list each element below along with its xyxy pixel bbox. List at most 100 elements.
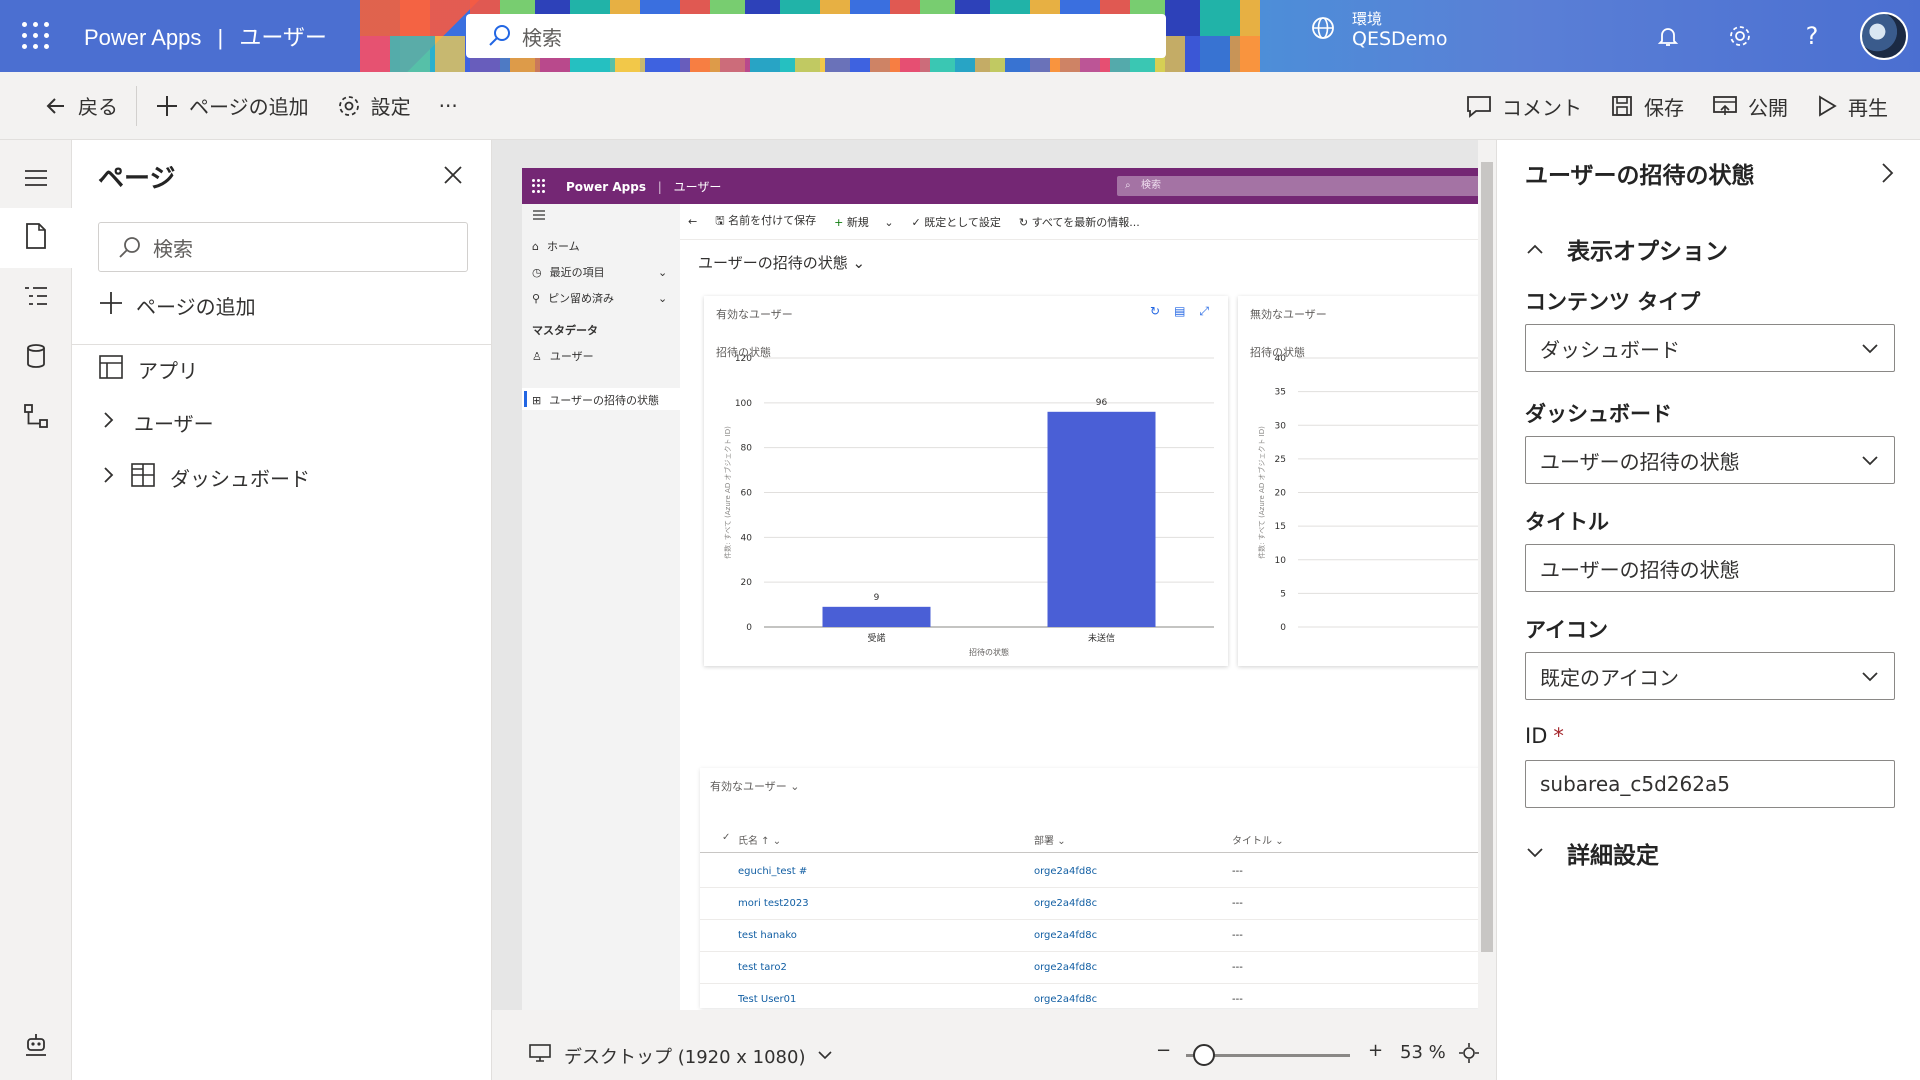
preview-set-default-button[interactable]: ✓ 既定として設定: [912, 214, 1001, 230]
rail-pages-button[interactable]: [0, 208, 72, 268]
grid-column-title-label: タイトル: [1232, 836, 1272, 847]
fit-to-screen-icon[interactable]: [1458, 1042, 1480, 1069]
rail-data-button[interactable]: [0, 328, 72, 388]
sitemap-item-home[interactable]: ⌂ ホーム: [532, 238, 580, 254]
bell-icon[interactable]: [1654, 22, 1682, 50]
grid-view-selector[interactable]: 有効なユーザー ⌄: [710, 778, 800, 794]
preview-app-name: Power Apps: [566, 180, 646, 194]
tree-view-icon: [23, 285, 49, 311]
bar[interactable]: [1047, 411, 1156, 627]
pages-search-placeholder: 検索: [153, 236, 193, 261]
grid-cell-name[interactable]: eguchi_test #: [738, 866, 807, 877]
grid-cell-name[interactable]: test taro2: [738, 962, 787, 973]
grid-cell-name[interactable]: mori test2023: [738, 898, 809, 909]
clock-icon: ◷: [532, 265, 542, 279]
dashboard-dropdown[interactable]: ユーザーの招待の状態: [1525, 436, 1895, 484]
y-tick-label: 100: [735, 399, 752, 409]
table-row[interactable]: test hanako orge2a4fd8c ---: [700, 920, 1482, 952]
back-button[interactable]: 戻る: [30, 84, 132, 128]
grid-cell-department[interactable]: orge2a4fd8c: [1034, 898, 1097, 909]
rail-copilot-button[interactable]: [0, 1016, 72, 1076]
gear-icon[interactable]: [1726, 22, 1754, 50]
grid-select-all-checkbox[interactable]: ✓: [722, 832, 730, 843]
canvas-status-bar: デスクトップ (1920 x 1080) − + 53 %: [492, 1030, 1496, 1080]
grid-cell-name[interactable]: test hanako: [738, 930, 797, 941]
avatar[interactable]: [1860, 12, 1908, 60]
table-row[interactable]: test taro2 orge2a4fd8c ---: [700, 952, 1482, 984]
app-launcher-icon[interactable]: [22, 22, 50, 50]
pages-add-page-button[interactable]: ページの追加: [98, 290, 256, 321]
rail-tree-button[interactable]: [0, 268, 72, 328]
global-search-box[interactable]: 検索: [466, 14, 1166, 58]
display-options-section[interactable]: 表示オプション: [1525, 232, 1728, 266]
environment-picker[interactable]: 環境 QESDemo: [1310, 10, 1447, 50]
preview-set-default-label: 既定として設定: [924, 215, 1001, 229]
properties-title: ユーザーの招待の状態: [1525, 162, 1755, 188]
icon-dropdown[interactable]: 既定のアイコン: [1525, 652, 1895, 700]
pages-search-input[interactable]: 検索: [98, 222, 468, 272]
grid-column-department[interactable]: 部署 ⌄: [1034, 832, 1066, 847]
grid-cell-department[interactable]: orge2a4fd8c: [1034, 962, 1097, 973]
grid-column-title[interactable]: タイトル ⌄: [1232, 832, 1284, 847]
design-canvas[interactable]: Power Apps | ユーザー ⌕ 検索 ⌂ ホーム ◷ 最近の項目 ⌄ ⚲…: [492, 140, 1496, 1010]
zoom-out-button[interactable]: −: [1156, 1040, 1171, 1061]
x-axis-label: 招待の状態: [969, 647, 1009, 657]
close-icon[interactable]: [442, 164, 464, 190]
pin-icon: ⚲: [532, 291, 541, 305]
scrollbar-thumb[interactable]: [1481, 162, 1493, 952]
more-button[interactable]: ···: [425, 84, 472, 128]
table-row[interactable]: eguchi_test # orge2a4fd8c ---: [700, 856, 1482, 888]
id-input[interactable]: subarea_c5d262a5: [1525, 760, 1895, 808]
app-launcher-icon[interactable]: [532, 179, 546, 193]
table-row[interactable]: Test User01 orge2a4fd8c ---: [700, 984, 1482, 1010]
canvas-vertical-scrollbar[interactable]: [1478, 140, 1496, 1010]
hamburger-menu-icon[interactable]: [532, 210, 546, 220]
advanced-settings-label: 詳細設定: [1567, 843, 1659, 869]
grid-cell-department[interactable]: orge2a4fd8c: [1034, 994, 1097, 1005]
sitemap-item-recent[interactable]: ◷ 最近の項目 ⌄: [532, 264, 667, 280]
y-tick-label: 15: [1275, 522, 1286, 532]
zoom-in-button[interactable]: +: [1368, 1040, 1383, 1061]
bar[interactable]: [822, 606, 931, 627]
sitemap-item-users[interactable]: ♙ ユーザー: [532, 348, 594, 364]
preview-save-as-button[interactable]: 🖫 名前を付けて保存: [715, 212, 816, 231]
app-title[interactable]: Power Apps | ユーザー: [84, 20, 327, 52]
view-records-icon[interactable]: ▤: [1174, 304, 1185, 319]
settings-button[interactable]: 設定: [323, 84, 425, 128]
preview-refresh-all-button[interactable]: ↻ すべてを最新の情報...: [1019, 214, 1140, 230]
tree-item-users[interactable]: ユーザー: [102, 408, 214, 437]
sitemap-item-pinned[interactable]: ⚲ ピン留め済み ⌄: [532, 290, 667, 306]
preview-dashboard-title[interactable]: ユーザーの招待の状態 ⌄: [698, 252, 865, 273]
grid-cell-department[interactable]: orge2a4fd8c: [1034, 930, 1097, 941]
device-selector[interactable]: デスクトップ (1920 x 1080): [528, 1042, 833, 1069]
sitemap-item-invite-status[interactable]: ⊞ ユーザーの招待の状態: [532, 392, 659, 408]
tree-item-label: ダッシュボード: [170, 467, 310, 491]
rail-automation-button[interactable]: [0, 388, 72, 448]
refresh-icon[interactable]: ↻: [1150, 304, 1160, 319]
tree-item-dashboard[interactable]: ダッシュボード: [102, 462, 310, 493]
chevron-right-icon[interactable]: [1879, 160, 1895, 190]
preview-search-input[interactable]: ⌕ 検索: [1117, 176, 1482, 196]
grid-column-name[interactable]: 氏名 ↑ ⌄: [738, 832, 781, 847]
save-button[interactable]: 保存: [1596, 84, 1698, 128]
hamburger-menu-icon[interactable]: [0, 148, 72, 208]
arrow-left-icon[interactable]: ←: [688, 215, 697, 228]
play-button[interactable]: 再生: [1802, 84, 1902, 128]
publish-button[interactable]: 公開: [1698, 84, 1802, 128]
preview-new-button[interactable]: + 新規 ⌄: [834, 214, 893, 230]
expand-chart-icon[interactable]: ⤢: [1199, 304, 1209, 319]
tree-item-app[interactable]: アプリ: [98, 354, 198, 385]
title-input[interactable]: ユーザーの招待の状態: [1525, 544, 1895, 592]
content-type-dropdown[interactable]: ダッシュボード: [1525, 324, 1895, 372]
add-page-button[interactable]: ページの追加: [141, 84, 323, 128]
table-row[interactable]: mori test2023 orge2a4fd8c ---: [700, 888, 1482, 920]
grid-cell-department[interactable]: orge2a4fd8c: [1034, 866, 1097, 877]
command-separator: [136, 85, 137, 126]
help-icon[interactable]: ?: [1798, 22, 1826, 50]
zoom-slider-thumb[interactable]: [1192, 1044, 1215, 1066]
required-marker: *: [1553, 724, 1564, 748]
chevron-down-icon: [817, 1045, 833, 1066]
grid-cell-name[interactable]: Test User01: [738, 994, 796, 1005]
comment-button[interactable]: コメント: [1452, 84, 1596, 128]
advanced-settings-section[interactable]: 詳細設定: [1525, 836, 1659, 870]
